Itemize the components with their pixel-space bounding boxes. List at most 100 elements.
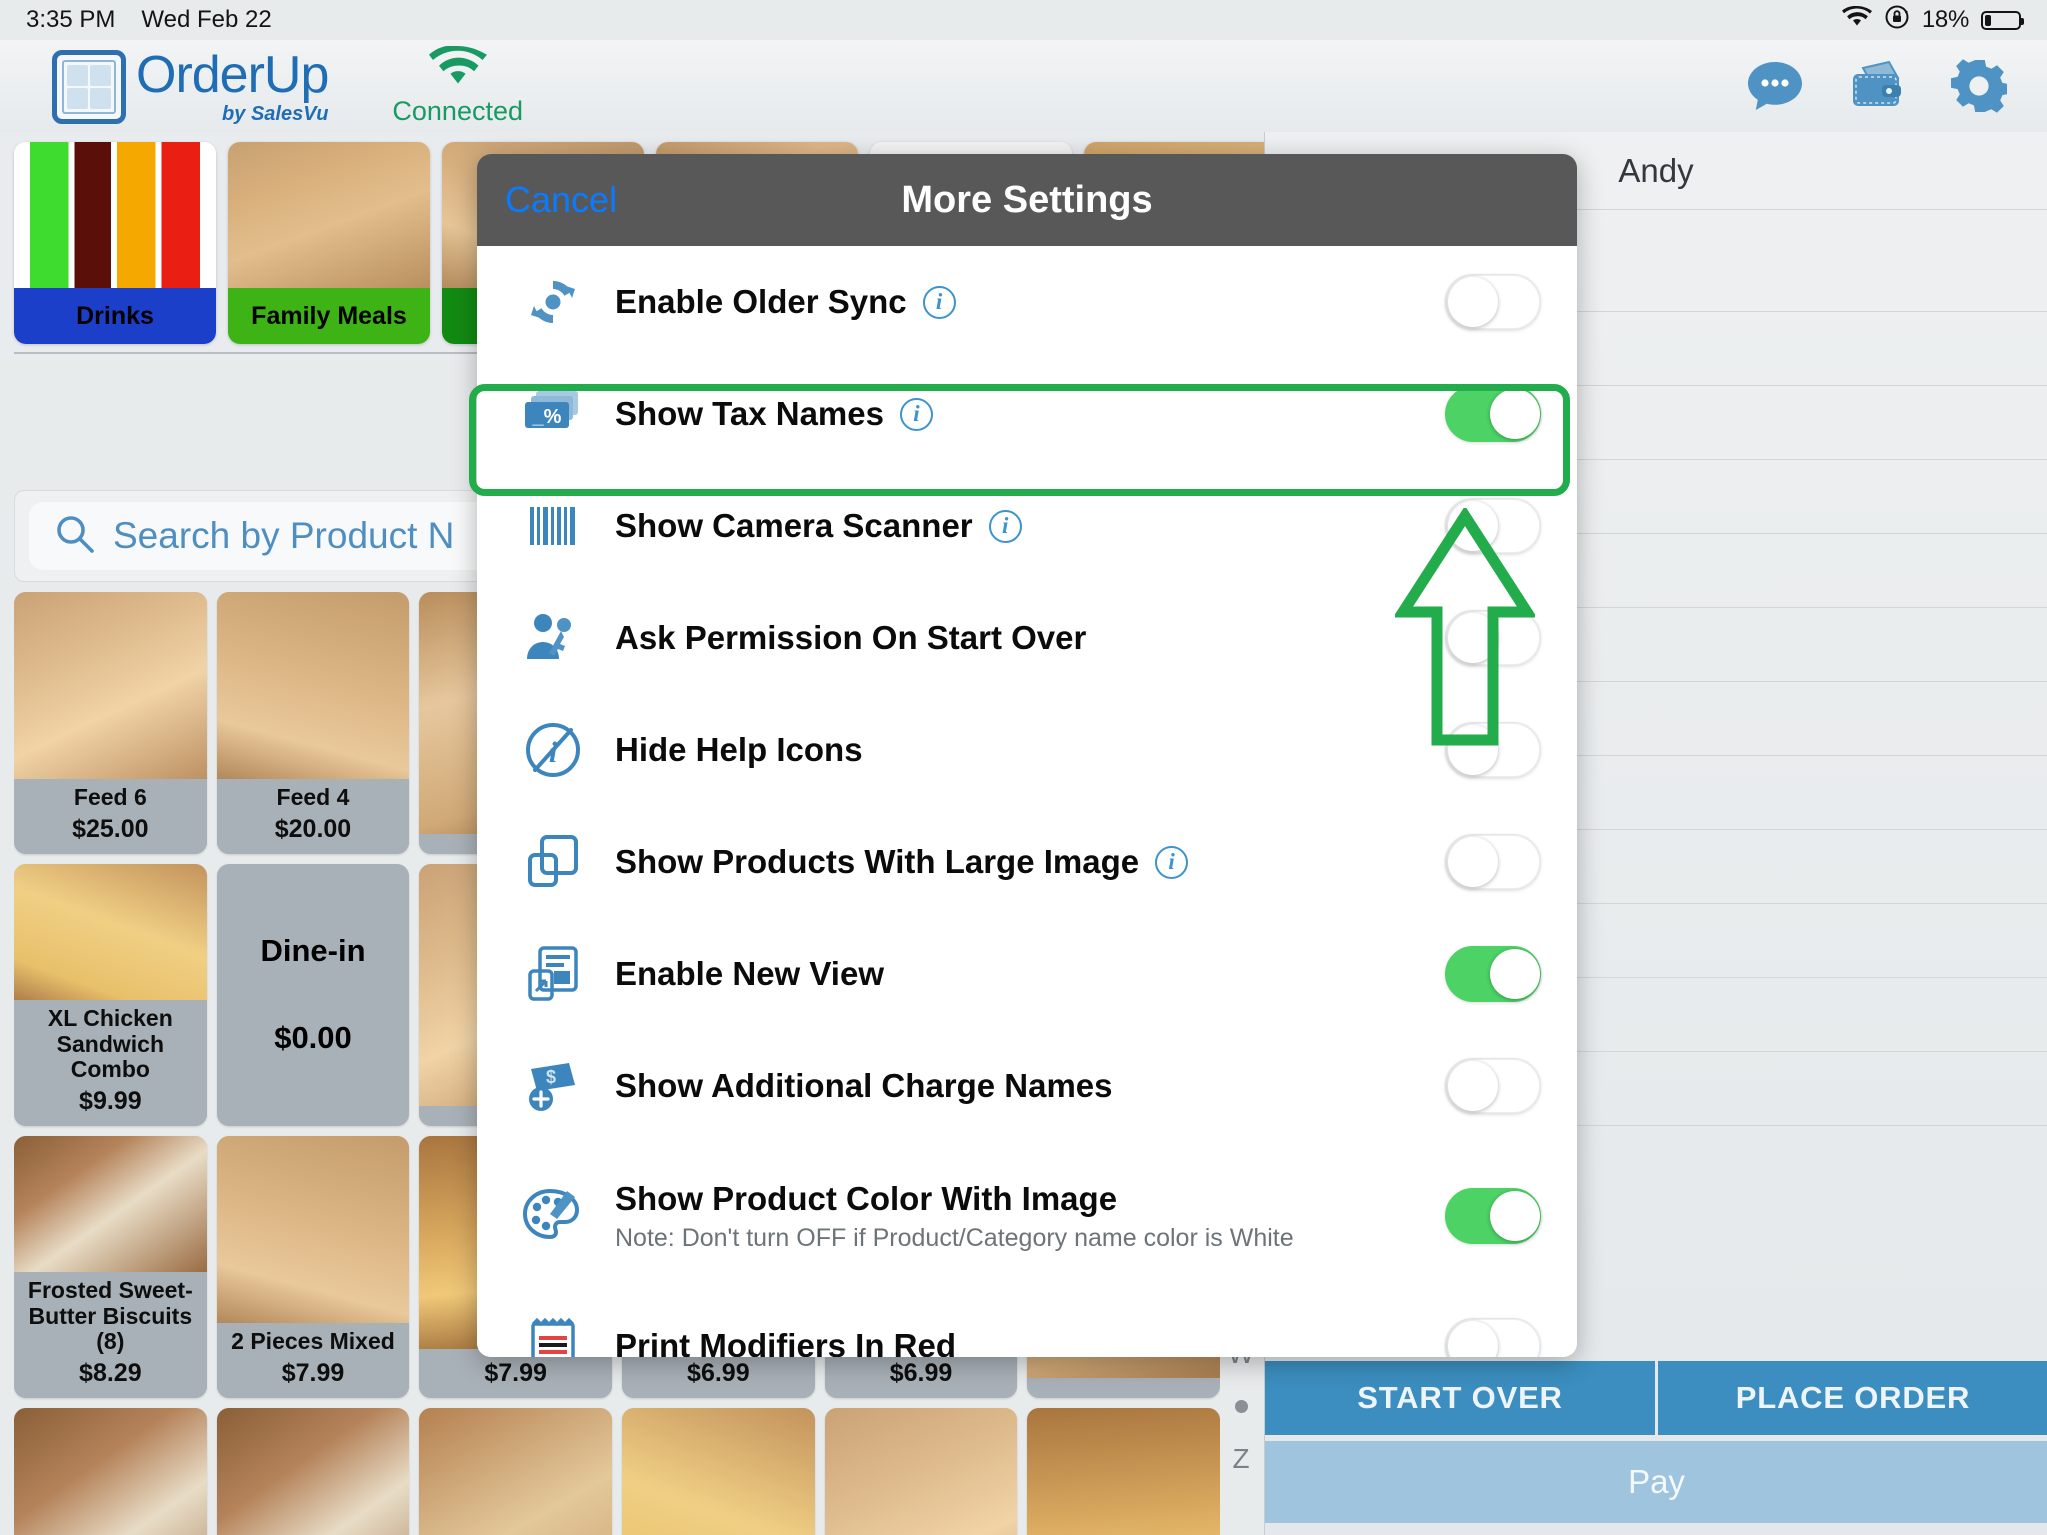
- start-over-button[interactable]: START OVER: [1265, 1361, 1655, 1435]
- product-image: [14, 1136, 207, 1272]
- more-settings-modal: Cancel More Settings Enable Older Sync i…: [477, 154, 1577, 1357]
- setting-label: Hide Help Icons: [615, 731, 863, 768]
- product-price: $7.99: [281, 1359, 345, 1387]
- svg-text:$: $: [546, 1067, 556, 1087]
- product-price: $20.00: [274, 815, 352, 843]
- modal-header: Cancel More Settings: [477, 154, 1577, 246]
- alpha-index-letter[interactable]: Z: [1232, 1443, 1249, 1475]
- place-order-button[interactable]: PLACE ORDER: [1658, 1361, 2047, 1435]
- setting-toggle[interactable]: [1445, 386, 1541, 442]
- setting-label: Show Products With Large Image: [615, 843, 1140, 880]
- settings-list[interactable]: Enable Older Sync i _% Show Tax Names i …: [477, 246, 1577, 1357]
- product-card[interactable]: Dine-in $0.00: [216, 864, 410, 1126]
- product-image: [824, 1408, 1018, 1535]
- status-date: Wed Feb 22: [141, 6, 272, 33]
- product-card[interactable]: [1027, 1408, 1220, 1535]
- setting-toggle[interactable]: [1445, 498, 1541, 554]
- product-card[interactable]: XL Chicken Sandwich Combo $9.99: [14, 864, 207, 1126]
- app-subtitle: by SalesVu: [222, 102, 329, 125]
- setting-toggle[interactable]: [1445, 834, 1541, 890]
- setting-label: Enable New View: [615, 955, 884, 992]
- header-action-icons: [1747, 58, 2021, 114]
- product-card[interactable]: 2 Pieces Mixed $7.99: [216, 1136, 410, 1398]
- category-tile[interactable]: Drinks: [14, 142, 216, 344]
- setting-toggle[interactable]: [1445, 274, 1541, 330]
- setting-row-hide-help-icons[interactable]: i Hide Help Icons: [477, 694, 1577, 806]
- product-card[interactable]: [14, 1408, 207, 1535]
- wallet-icon[interactable]: [1849, 58, 1905, 114]
- setting-row-print-modifiers-in-red[interactable]: Print Modifiers In Red: [477, 1290, 1577, 1357]
- palette-icon: [507, 1187, 599, 1245]
- status-right-cluster: 18%: [1841, 4, 2024, 37]
- product-price: $6.99: [687, 1359, 750, 1387]
- setting-row-show-products-with-large-image[interactable]: Show Products With Large Image i: [477, 806, 1577, 918]
- receipt-red-icon: [507, 1318, 599, 1357]
- alpha-index-dot[interactable]: [1234, 1400, 1248, 1413]
- person-key-icon: [507, 609, 599, 667]
- cancel-button[interactable]: Cancel: [505, 179, 617, 221]
- product-name: XL Chicken Sandwich Combo: [47, 1004, 173, 1083]
- pay-button[interactable]: Pay: [1265, 1441, 2047, 1523]
- chat-bubble-icon[interactable]: [1747, 58, 1803, 114]
- pos-screen: 3:35 PM Wed Feb 22 18% OrderUp by SalesV…: [0, 0, 2047, 1535]
- wifi-connected-icon: [428, 45, 487, 93]
- setting-label: Show Camera Scanner: [615, 507, 973, 544]
- battery-icon: [1981, 10, 2024, 30]
- gear-icon[interactable]: [1951, 58, 2007, 114]
- product-image: [14, 1408, 207, 1535]
- product-price: $0.00: [274, 1020, 352, 1056]
- product-card[interactable]: Feed 6 $25.00: [14, 592, 207, 854]
- setting-label: Ask Permission On Start Over: [615, 619, 1087, 656]
- product-price: $25.00: [72, 815, 149, 843]
- setting-toggle[interactable]: [1445, 722, 1541, 778]
- product-name: Dine-in: [260, 932, 366, 968]
- setting-row-enable-new-view[interactable]: Enable New View: [477, 918, 1577, 1030]
- new-view-icon: [507, 945, 599, 1003]
- setting-row-show-camera-scanner[interactable]: Show Camera Scanner i: [477, 470, 1577, 582]
- product-image: [419, 1408, 612, 1535]
- product-price: $6.99: [889, 1359, 953, 1387]
- images-icon: [507, 833, 599, 891]
- product-image: [14, 592, 207, 780]
- product-card[interactable]: Frosted Sweet-Butter Biscuits (8) $8.29: [14, 1136, 207, 1398]
- setting-row-show-tax-names[interactable]: _% Show Tax Names i: [477, 358, 1577, 470]
- app-title: OrderUp: [136, 45, 329, 104]
- product-card[interactable]: Feed 4 $20.00: [216, 592, 410, 854]
- category-label: Drinks: [14, 288, 216, 344]
- product-card[interactable]: [622, 1408, 815, 1535]
- product-name: Feed 6: [73, 784, 147, 811]
- svg-text:_%: _%: [532, 406, 562, 428]
- info-icon[interactable]: i: [1155, 845, 1189, 879]
- setting-toggle[interactable]: [1445, 1188, 1541, 1244]
- setting-row-show-product-color-with-image[interactable]: Show Product Color With Image Note: Don'…: [477, 1142, 1577, 1290]
- modal-title: More Settings: [901, 178, 1153, 221]
- setting-toggle[interactable]: [1445, 1058, 1541, 1114]
- panel-footer-spacer: [1265, 1523, 2047, 1535]
- category-tile[interactable]: Family Meals: [228, 142, 430, 344]
- ios-status-bar: 3:35 PM Wed Feb 22 18%: [0, 0, 2047, 40]
- setting-note: Note: Don't turn OFF if Product/Category…: [615, 1223, 1294, 1252]
- setting-row-show-additional-charge-names[interactable]: $ Show Additional Charge Names: [477, 1030, 1577, 1142]
- battery-percent: 18%: [1921, 6, 1969, 33]
- wifi-icon: [1841, 5, 1872, 35]
- info-icon[interactable]: i: [922, 285, 956, 319]
- order-actions: START OVER PLACE ORDER Pay: [1265, 1361, 2047, 1535]
- setting-toggle[interactable]: [1445, 946, 1541, 1002]
- money-plus-icon: $: [507, 1057, 599, 1115]
- product-image: [14, 864, 207, 1000]
- setting-toggle[interactable]: [1445, 1318, 1541, 1357]
- setting-toggle[interactable]: [1445, 610, 1541, 666]
- setting-label: Show Additional Charge Names: [615, 1067, 1113, 1104]
- product-card[interactable]: [824, 1408, 1018, 1535]
- search-placeholder: Search by Product N: [113, 515, 455, 556]
- info-icon[interactable]: i: [988, 509, 1022, 543]
- barcode-icon: [507, 499, 599, 553]
- drinks-image: [14, 142, 216, 288]
- info-icon[interactable]: i: [899, 397, 933, 431]
- setting-label: Show Product Color With Image: [615, 1179, 1118, 1217]
- setting-row-enable-older-sync[interactable]: Enable Older Sync i: [477, 246, 1577, 358]
- product-card[interactable]: [216, 1408, 410, 1535]
- setting-row-ask-permission-on-start-over[interactable]: Ask Permission On Start Over: [477, 582, 1577, 694]
- product-image: [216, 1408, 410, 1535]
- product-card[interactable]: [419, 1408, 612, 1535]
